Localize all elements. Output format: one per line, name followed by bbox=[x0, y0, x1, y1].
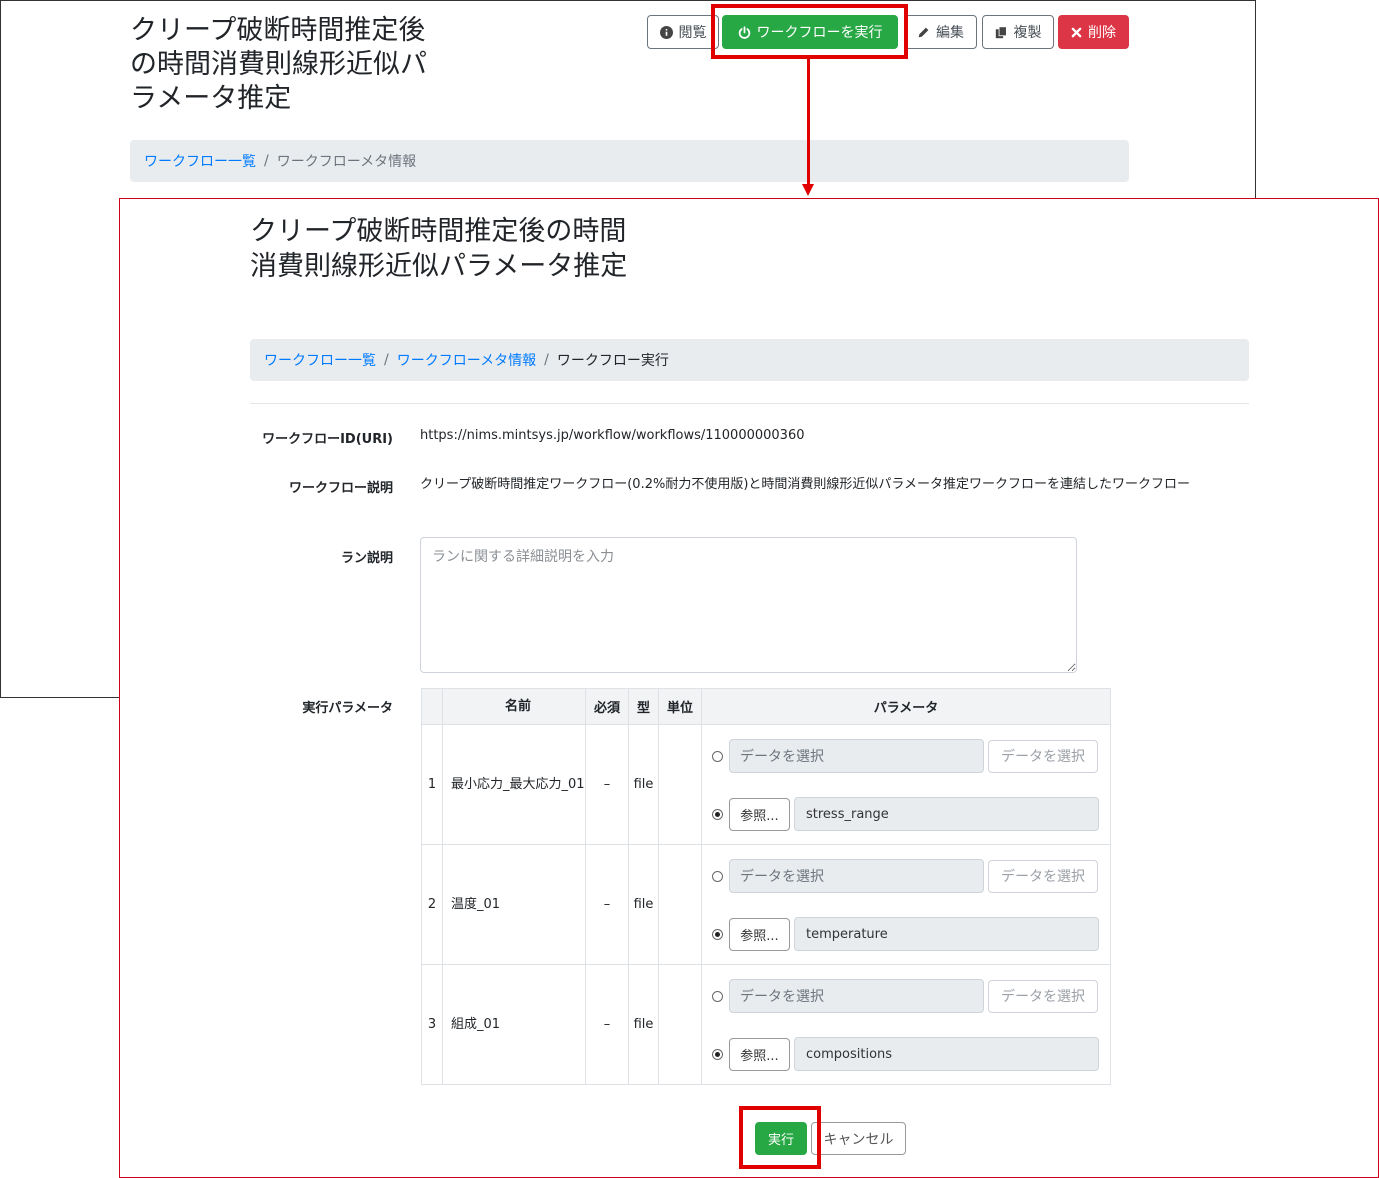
column-header-type: 型 bbox=[628, 688, 659, 725]
file-name-field[interactable]: stress_range bbox=[794, 797, 1099, 831]
data-select-row: データを選択 データを選択 bbox=[712, 859, 1098, 893]
parameter-required: – bbox=[585, 844, 629, 965]
breadcrumb: ワークフロー一覧 / ワークフローメタ情報 bbox=[130, 140, 1129, 182]
file-name-field[interactable]: compositions bbox=[794, 1037, 1099, 1071]
parameter-input-cell: データを選択 データを選択 参照... stress_range bbox=[701, 724, 1111, 845]
data-select-radio[interactable] bbox=[712, 750, 723, 762]
breadcrumb-separator: / bbox=[264, 153, 269, 169]
annotation-arrow bbox=[807, 58, 810, 186]
parameter-input-cell: データを選択 データを選択 参照... temperature bbox=[701, 844, 1111, 965]
parameter-name: 最小応力_最大応力_01 bbox=[442, 724, 586, 845]
annotation-arrow-head bbox=[802, 184, 814, 196]
breadcrumb: ワークフロー一覧 / ワークフローメタ情報 / ワークフロー実行 bbox=[250, 339, 1249, 381]
power-icon bbox=[738, 25, 751, 39]
data-select-row: データを選択 データを選択 bbox=[712, 979, 1098, 1013]
table-row: 2 温度_01 – file データを選択 データを選択 参照... tempe… bbox=[421, 844, 1111, 965]
browse-button[interactable]: 参照... bbox=[729, 1037, 790, 1071]
file-reference-radio[interactable] bbox=[712, 1048, 723, 1060]
edit-button[interactable]: 編集 bbox=[904, 15, 977, 49]
table-header-row: 名前 必須 型 単位 パラメータ bbox=[421, 688, 1111, 725]
run-workflow-button[interactable]: ワークフローを実行 bbox=[722, 15, 898, 49]
copy-icon bbox=[995, 25, 1008, 39]
parameter-type: file bbox=[628, 844, 659, 965]
column-header-required: 必須 bbox=[585, 688, 629, 725]
workflow-description-label: ワークフロー説明 bbox=[288, 481, 393, 496]
data-select-row: データを選択 データを選択 bbox=[712, 739, 1098, 773]
column-header-unit: 単位 bbox=[658, 688, 702, 725]
row-number: 3 bbox=[421, 964, 443, 1085]
parameter-name: 温度_01 bbox=[442, 844, 586, 965]
run-description-textarea[interactable] bbox=[420, 537, 1077, 673]
run-parameters-table: 名前 必須 型 単位 パラメータ 1 最小応力_最大応力_01 – file デ… bbox=[421, 688, 1111, 1085]
breadcrumb-separator: / bbox=[544, 352, 549, 368]
breadcrumb-separator: / bbox=[384, 352, 389, 368]
execute-button[interactable]: 実行 bbox=[755, 1122, 807, 1155]
data-select-radio[interactable] bbox=[712, 990, 723, 1002]
column-header-number bbox=[421, 688, 443, 725]
parameter-type: file bbox=[628, 724, 659, 845]
page-title: クリープ破断時間推定後の時間消費則線形近似パラメータ推定 bbox=[250, 216, 628, 282]
file-reference-row: 参照... stress_range bbox=[712, 797, 1099, 831]
pencil-icon bbox=[917, 26, 930, 39]
file-reference-radio[interactable] bbox=[712, 928, 723, 940]
row-number: 1 bbox=[421, 724, 443, 845]
file-reference-row: 参照... temperature bbox=[712, 917, 1099, 951]
workflow-description-value: クリープ破断時間推定ワークフロー(0.2%耐力不使用版)と時間消費則線形近似パラ… bbox=[420, 477, 1191, 492]
info-icon bbox=[659, 25, 673, 39]
page-title: クリープ破断時間推定後の時間消費則線形近似パラメータ推定 bbox=[130, 15, 427, 114]
data-select-button[interactable]: データを選択 bbox=[988, 739, 1098, 773]
breadcrumb-workflow-list-link[interactable]: ワークフロー一覧 bbox=[264, 350, 376, 370]
cancel-button[interactable]: キャンセル bbox=[811, 1122, 906, 1155]
run-description-label: ラン説明 bbox=[340, 551, 393, 566]
run-workflow-button-label: ワークフローを実行 bbox=[756, 25, 883, 41]
breadcrumb-current: ワークフローメタ情報 bbox=[276, 154, 417, 170]
parameter-unit bbox=[658, 964, 702, 1085]
breadcrumb-workflow-list-link[interactable]: ワークフロー一覧 bbox=[144, 151, 256, 171]
parameter-name: 組成_01 bbox=[442, 964, 586, 1085]
copy-button[interactable]: 複製 bbox=[982, 15, 1054, 49]
parameter-input-cell: データを選択 データを選択 参照... compositions bbox=[701, 964, 1111, 1085]
parameter-type: file bbox=[628, 964, 659, 1085]
close-icon bbox=[1071, 27, 1082, 38]
parameter-unit bbox=[658, 844, 702, 965]
file-reference-row: 参照... compositions bbox=[712, 1037, 1099, 1071]
data-select-button[interactable]: データを選択 bbox=[988, 979, 1098, 1013]
data-select-input[interactable]: データを選択 bbox=[729, 739, 984, 773]
file-reference-radio[interactable] bbox=[712, 808, 723, 820]
edit-button-label: 編集 bbox=[936, 25, 964, 41]
view-button[interactable]: 閲覧 bbox=[647, 15, 719, 49]
breadcrumb-current: ワークフロー実行 bbox=[556, 353, 669, 369]
parameter-unit bbox=[658, 724, 702, 845]
workflow-id-value: https://nims.mintsys.jp/workflow/workflo… bbox=[420, 428, 805, 443]
file-name-field[interactable]: temperature bbox=[794, 917, 1099, 951]
data-select-radio[interactable] bbox=[712, 870, 723, 882]
data-select-input[interactable]: データを選択 bbox=[729, 979, 984, 1013]
breadcrumb-workflow-meta-link[interactable]: ワークフローメタ情報 bbox=[397, 350, 536, 370]
run-parameters-label: 実行パラメータ bbox=[302, 701, 393, 716]
workflow-id-label: ワークフローID(URI) bbox=[262, 432, 393, 447]
table-row: 1 最小応力_最大応力_01 – file データを選択 データを選択 参照..… bbox=[421, 724, 1111, 845]
table-row: 3 組成_01 – file データを選択 データを選択 参照... compo… bbox=[421, 964, 1111, 1085]
parameter-required: – bbox=[585, 724, 629, 845]
delete-button[interactable]: 削除 bbox=[1058, 15, 1129, 49]
column-header-name: 名前 bbox=[442, 688, 586, 725]
browse-button[interactable]: 参照... bbox=[729, 797, 790, 831]
column-header-parameter: パラメータ bbox=[701, 688, 1111, 725]
view-button-label: 閲覧 bbox=[678, 25, 707, 41]
row-number: 2 bbox=[421, 844, 443, 965]
delete-button-label: 削除 bbox=[1088, 25, 1116, 41]
data-select-button[interactable]: データを選択 bbox=[988, 859, 1098, 893]
parameter-required: – bbox=[585, 964, 629, 1085]
divider bbox=[250, 403, 1249, 404]
browse-button[interactable]: 参照... bbox=[729, 917, 790, 951]
copy-button-label: 複製 bbox=[1013, 25, 1042, 41]
data-select-input[interactable]: データを選択 bbox=[729, 859, 984, 893]
